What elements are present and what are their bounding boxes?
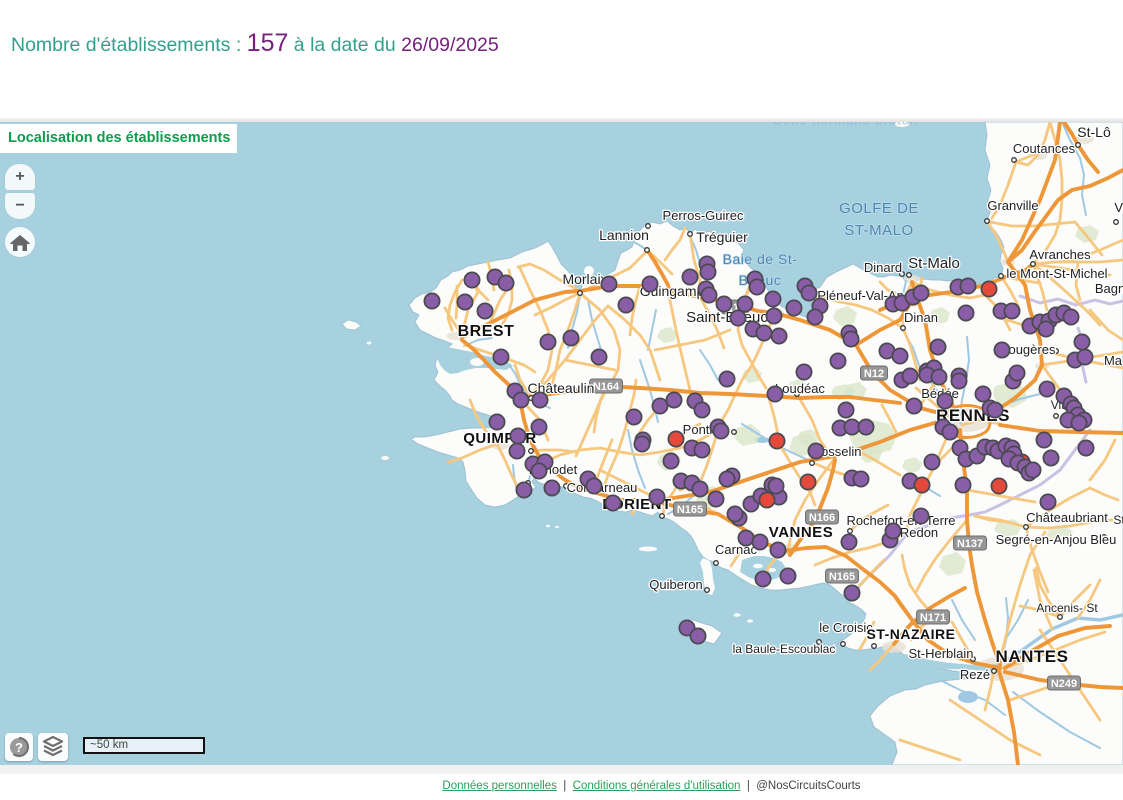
- svg-text:Avranches: Avranches: [1029, 247, 1091, 262]
- svg-text:Granville: Granville: [987, 198, 1038, 213]
- svg-text:St-Herblain: St-Herblain: [908, 646, 973, 661]
- svg-text:Redon: Redon: [900, 525, 938, 540]
- svg-text:Coutances: Coutances: [1013, 141, 1076, 156]
- svg-text:Segré-en-Anjou Bleu: Segré-en-Anjou Bleu: [996, 532, 1117, 547]
- svg-text:N249: N249: [1051, 678, 1077, 690]
- svg-text:Bagn: Bagn: [1095, 281, 1123, 296]
- svg-text:N166: N166: [809, 512, 835, 524]
- svg-text:Tréguier: Tréguier: [696, 229, 748, 245]
- svg-text:ST-MALO: ST-MALO: [844, 222, 913, 239]
- svg-text:N12: N12: [864, 368, 884, 380]
- svg-text:le Croisic: le Croisic: [819, 620, 873, 635]
- svg-text:Ma: Ma: [1104, 353, 1123, 368]
- svg-text:la Baule-Escoublac: la Baule-Escoublac: [733, 642, 836, 656]
- svg-text:N164: N164: [593, 381, 620, 393]
- svg-text:?: ?: [15, 740, 23, 755]
- svg-text:N171: N171: [920, 612, 946, 624]
- svg-text:St-Lô: St-Lô: [1077, 124, 1111, 140]
- svg-text:N137: N137: [957, 538, 983, 550]
- svg-text:Ancenis- St: Ancenis- St: [1036, 601, 1098, 615]
- svg-text:Vi: Vi: [1114, 200, 1123, 215]
- svg-text:Lannion: Lannion: [599, 227, 649, 243]
- svg-text:N165: N165: [829, 571, 855, 583]
- svg-text:le Mont-St-Michel: le Mont-St-Michel: [1006, 266, 1107, 281]
- svg-text:St: St: [1113, 513, 1123, 527]
- svg-text:St-Malo: St-Malo: [908, 255, 960, 272]
- svg-text:Rezé: Rezé: [960, 667, 990, 682]
- svg-text:VANNES: VANNES: [769, 524, 833, 541]
- svg-text:Perros-Guirec: Perros-Guirec: [663, 208, 744, 223]
- svg-text:Baie de St-: Baie de St-: [723, 251, 798, 267]
- svg-text:N165: N165: [677, 504, 703, 516]
- svg-text:Golfe normand breton: Golfe normand breton: [772, 122, 918, 128]
- svg-text:NANTES: NANTES: [996, 647, 1069, 666]
- svg-text:ST-NAZAIRE: ST-NAZAIRE: [867, 626, 956, 642]
- svg-text:Dinan: Dinan: [904, 310, 938, 325]
- svg-text:Châteaubriant: Châteaubriant: [1026, 510, 1108, 525]
- svg-text:Quiberon: Quiberon: [649, 577, 702, 592]
- svg-text:Dinard: Dinard: [864, 260, 902, 275]
- svg-text:GOLFE DE: GOLFE DE: [839, 200, 919, 217]
- svg-text:BREST: BREST: [458, 323, 515, 340]
